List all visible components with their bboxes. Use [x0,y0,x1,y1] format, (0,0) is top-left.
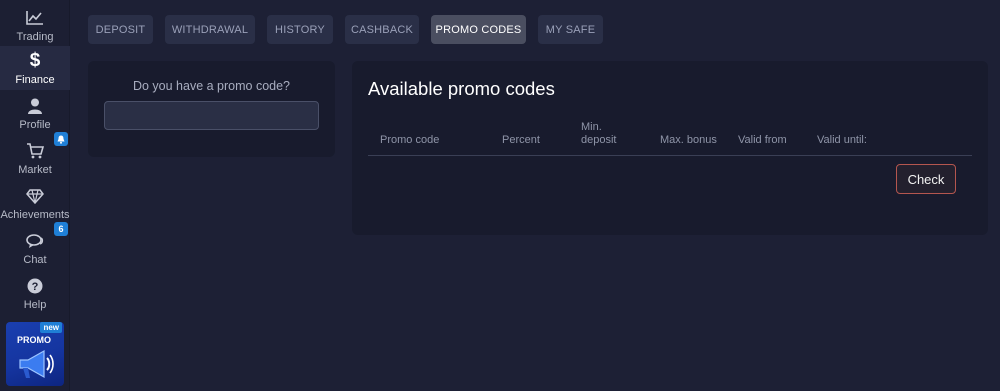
sidebar: Trading $ Finance Profile Market Achieve… [0,0,70,391]
promo-code-input[interactable] [104,101,319,130]
table-divider [368,155,972,156]
sidebar-item-profile[interactable]: Profile [0,91,70,135]
column-header-valid-until: Valid until: [817,134,867,146]
app-root: Trading $ Finance Profile Market Achieve… [0,0,1000,391]
sidebar-item-achievements[interactable]: Achievements [0,181,70,225]
column-header-percent: Percent [502,134,540,146]
promo-label: PROMO [17,335,52,345]
svg-text:?: ? [32,281,39,293]
panel-title: Available promo codes [368,78,555,99]
promo-tile[interactable]: new PROMO [6,322,64,386]
sidebar-item-trading[interactable]: Trading [0,3,70,47]
sidebar-item-help[interactable]: ? Help [0,271,70,315]
megaphone-icon [19,349,54,379]
sidebar-item-finance[interactable]: $ Finance [0,46,70,90]
sidebar-item-label: Market [18,164,52,176]
chat-icon [25,231,45,251]
tab-my-safe[interactable]: MY SAFE [538,15,603,44]
tab-promo-codes[interactable]: PROMO CODES [431,15,526,44]
sidebar-item-label: Chat [23,254,47,266]
sidebar-item-label: Achievements [0,209,70,221]
tab-cashback[interactable]: CASHBACK [345,15,419,44]
dollar-icon: $ [29,50,41,71]
sidebar-item-market[interactable]: Market [0,132,70,180]
sidebar-item-label: Finance [15,74,55,86]
bell-icon [57,135,65,144]
user-icon [25,96,45,116]
help-icon: ? [25,276,45,296]
sidebar-item-label: Profile [19,119,51,131]
column-header-valid-from: Valid from [738,134,787,146]
sidebar-item-label: Trading [16,31,54,43]
column-header-max-bonus: Max. bonus [660,134,717,146]
available-codes-panel: Available promo codes Promo code Percent… [352,61,988,235]
promo-question: Do you have a promo code? [132,79,291,93]
tab-history[interactable]: HISTORY [267,15,333,44]
cart-icon [25,141,45,161]
sidebar-item-label: Help [23,299,47,311]
tab-deposit[interactable]: DEPOSIT [88,15,153,44]
new-badge: new [40,322,62,333]
column-header-min-deposit: Min. deposit [581,121,617,146]
sidebar-item-chat[interactable]: 6 Chat [0,222,70,270]
tab-withdrawal[interactable]: WITHDRAWAL [165,15,255,44]
promo-entry-panel: Do you have a promo code? [88,61,335,157]
diamond-icon [25,186,45,206]
column-header-promo-code: Promo code [380,134,440,146]
check-button[interactable]: Check [896,164,956,194]
chart-line-icon [25,8,45,28]
chat-count-badge: 6 [54,222,68,236]
notification-badge [54,132,68,146]
